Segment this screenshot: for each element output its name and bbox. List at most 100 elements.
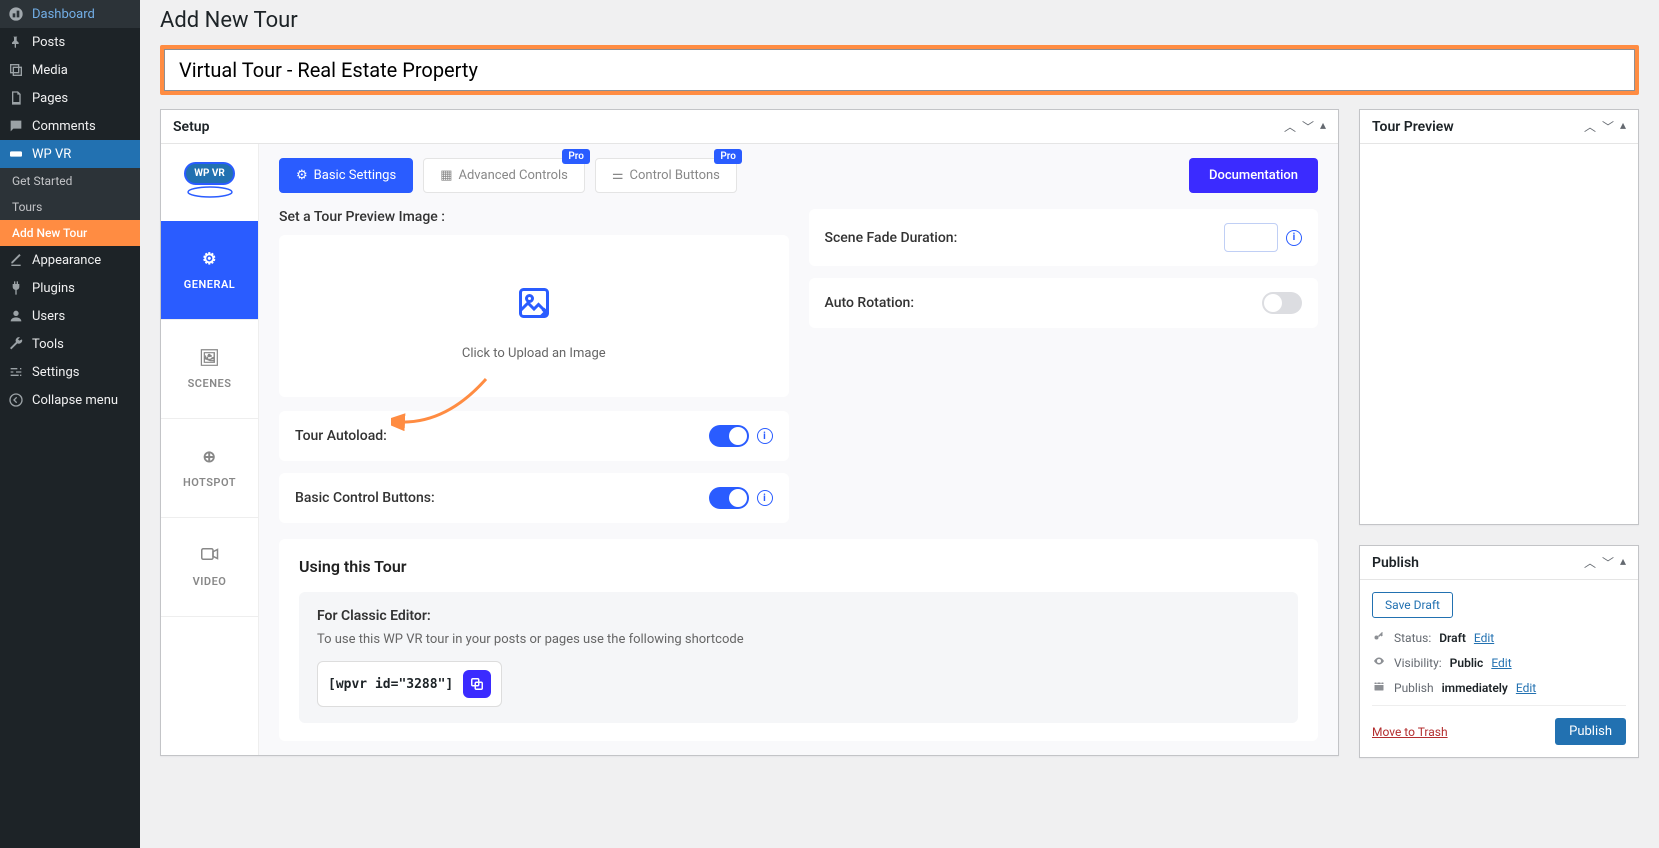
classic-editor-label: For Classic Editor: <box>317 608 1280 624</box>
gauge-icon <box>8 6 24 22</box>
panel-move-down-icon[interactable]: ﹀ <box>1602 118 1614 135</box>
panel-move-up-icon[interactable]: ︿ <box>1584 554 1596 571</box>
target-icon: ⊕ <box>203 447 217 466</box>
brush-icon <box>8 252 24 268</box>
edit-visibility-link[interactable]: Edit <box>1491 656 1511 670</box>
visibility-label: Visibility: <box>1394 656 1442 670</box>
info-icon[interactable]: i <box>757 490 773 506</box>
title-input-highlight <box>160 45 1639 95</box>
sidebar-label: Collapse menu <box>32 393 118 408</box>
info-icon[interactable]: i <box>757 428 773 444</box>
image-upload-icon <box>299 285 769 330</box>
sidebar-label: Appearance <box>32 253 101 268</box>
comments-icon <box>8 118 24 134</box>
sidebar-item-posts[interactable]: Posts <box>0 28 140 56</box>
sidebar-sub-add-new-tour[interactable]: Add New Tour <box>0 220 140 246</box>
visibility-value: Public <box>1450 656 1484 670</box>
sidebar-label: Pages <box>32 91 68 106</box>
sidebar-label: Posts <box>32 35 65 50</box>
pin-icon <box>8 34 24 50</box>
sidebar-item-comments[interactable]: Comments <box>0 112 140 140</box>
panel-toggle-icon[interactable]: ▴ <box>1620 554 1626 571</box>
publish-time-value: immediately <box>1442 681 1508 695</box>
user-icon <box>8 308 24 324</box>
sidebar-label: Plugins <box>32 281 75 296</box>
edit-publish-time-link[interactable]: Edit <box>1516 681 1536 695</box>
sidebar-item-wpvr[interactable]: WP VR <box>0 140 140 168</box>
vtab-scenes[interactable]: 🖼 SCENES <box>161 320 258 419</box>
save-draft-button[interactable]: Save Draft <box>1372 592 1453 618</box>
vtab-video[interactable]: VIDEO <box>161 518 258 617</box>
layout-icon: ▦ <box>440 168 452 183</box>
sliders-icon: ⚌ <box>612 168 624 183</box>
using-tour-title: Using this Tour <box>299 557 1298 576</box>
basic-controls-toggle[interactable] <box>709 487 749 509</box>
setup-panel-header: Setup ︿ ﹀ ▴ <box>161 110 1338 144</box>
sidebar-item-dashboard[interactable]: Dashboard <box>0 0 140 28</box>
panel-move-up-icon[interactable]: ︿ <box>1284 118 1296 135</box>
panel-toggle-icon[interactable]: ▴ <box>1320 118 1326 135</box>
shortcode-description: To use this WP VR tour in your posts or … <box>317 632 1280 647</box>
edit-status-link[interactable]: Edit <box>1474 631 1494 645</box>
htab-advanced-controls[interactable]: ▦ Advanced Controls Pro <box>423 158 585 193</box>
video-icon <box>201 546 219 565</box>
publish-panel: Publish ︿ ﹀ ▴ Save Draft Status: Draft <box>1359 545 1639 758</box>
gear-icon: ⚙ <box>202 249 217 268</box>
sidebar-item-plugins[interactable]: Plugins <box>0 274 140 302</box>
sidebar-item-tools[interactable]: Tools <box>0 330 140 358</box>
panel-toggle-icon[interactable]: ▴ <box>1620 118 1626 135</box>
auto-rotation-toggle[interactable] <box>1262 292 1302 314</box>
documentation-button[interactable]: Documentation <box>1189 158 1318 193</box>
using-tour-section: Using this Tour For Classic Editor: To u… <box>279 539 1318 741</box>
sidebar-label: Tools <box>32 337 64 352</box>
sidebar-label: Users <box>32 309 65 324</box>
sidebar-label: Dashboard <box>32 7 95 22</box>
page-title: Add New Tour <box>160 0 1639 45</box>
panel-move-down-icon[interactable]: ﹀ <box>1602 554 1614 571</box>
publish-button[interactable]: Publish <box>1555 718 1626 745</box>
htab-basic-settings[interactable]: ⚙ Basic Settings <box>279 158 413 193</box>
sidebar-item-settings[interactable]: Settings <box>0 358 140 386</box>
status-label: Status: <box>1394 631 1431 645</box>
tour-preview-panel: Tour Preview ︿ ﹀ ▴ <box>1359 109 1639 525</box>
vtab-general[interactable]: ⚙ GENERAL <box>161 221 258 320</box>
fade-duration-input[interactable] <box>1224 223 1278 252</box>
sidebar-label: Media <box>32 63 68 78</box>
tour-title-input[interactable] <box>164 49 1635 91</box>
sidebar-label: WP VR <box>32 147 71 162</box>
pages-icon <box>8 90 24 106</box>
vtab-hotspot[interactable]: ⊕ HOTSPOT <box>161 419 258 518</box>
main-content: Add New Tour Setup ︿ ﹀ ▴ WP VR <box>140 0 1659 848</box>
autoload-label: Tour Autoload: <box>295 428 387 444</box>
sidebar-item-pages[interactable]: Pages <box>0 84 140 112</box>
shortcode-box: [wpvr id="3288"] <box>317 661 502 707</box>
key-icon <box>1372 630 1386 645</box>
panel-move-up-icon[interactable]: ︿ <box>1584 118 1596 135</box>
sidebar-item-appearance[interactable]: Appearance <box>0 246 140 274</box>
setup-panel: Setup ︿ ﹀ ▴ WP VR ⚙ <box>160 109 1339 756</box>
sidebar-sub-tours[interactable]: Tours <box>0 194 140 220</box>
sidebar-label: Settings <box>32 365 79 380</box>
upload-preview-image[interactable]: Click to Upload an Image <box>279 235 789 397</box>
htab-control-buttons[interactable]: ⚌ Control Buttons Pro <box>595 158 737 193</box>
image-icon: 🖼 <box>199 348 220 367</box>
tour-preview-title: Tour Preview <box>1372 119 1454 135</box>
calendar-icon <box>1372 680 1386 695</box>
admin-sidebar: Dashboard Posts Media Pages Comments WP … <box>0 0 140 848</box>
sidebar-label: Comments <box>32 119 96 134</box>
sidebar-item-media[interactable]: Media <box>0 56 140 84</box>
panel-move-down-icon[interactable]: ﹀ <box>1302 118 1314 135</box>
publish-panel-title: Publish <box>1372 555 1419 571</box>
sidebar-item-users[interactable]: Users <box>0 302 140 330</box>
sidebar-item-collapse[interactable]: Collapse menu <box>0 386 140 414</box>
fade-duration-label: Scene Fade Duration: <box>825 230 958 246</box>
move-to-trash-link[interactable]: Move to Trash <box>1372 725 1448 739</box>
sidebar-sub-get-started[interactable]: Get Started <box>0 168 140 194</box>
basic-controls-label: Basic Control Buttons: <box>295 490 435 506</box>
media-icon <box>8 62 24 78</box>
copy-shortcode-button[interactable] <box>463 670 491 698</box>
wrench-icon <box>8 336 24 352</box>
autoload-toggle[interactable] <box>709 425 749 447</box>
info-icon[interactable]: i <box>1286 230 1302 246</box>
setup-content: ⚙ Basic Settings ▦ Advanced Controls Pro… <box>259 144 1338 755</box>
